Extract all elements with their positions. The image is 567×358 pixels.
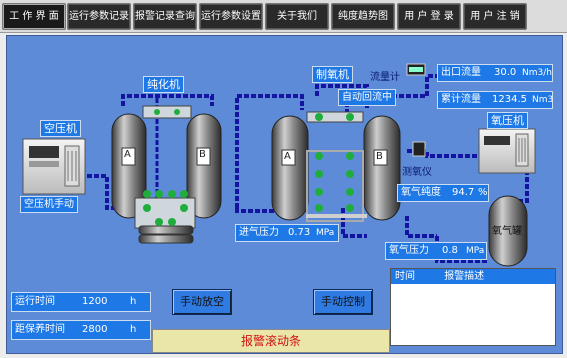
nav-purity-trend[interactable]: 纯度趋势图 <box>331 3 395 30</box>
outlet-flow-label: 出口流量 <box>441 67 481 78</box>
alarm-ticker: 报警滚动条 <box>152 329 390 353</box>
nav-alarm-query[interactable]: 报警记录查询 <box>133 3 197 30</box>
total-flow-unit: Nm3 <box>532 95 554 105</box>
maintenance-label: 距保养时间 <box>15 324 65 335</box>
maintenance-readout: 距保养时间 2800 h <box>11 320 151 340</box>
hmi-app: 工 作 界 面 运行参数记录 报警记录查询 运行参数设置 关于我们 纯度趋势图 … <box>0 0 567 358</box>
o2-compressor-label: 氧压机 <box>487 112 528 129</box>
total-flow-label: 累计流量 <box>441 94 481 105</box>
purity-unit: % <box>478 187 488 198</box>
o2-pressure-value: 0.8 <box>442 245 458 256</box>
air-compressor-unit[interactable] <box>22 138 86 195</box>
generator-tower-a-label: A <box>284 151 291 162</box>
run-time-label: 运行时间 <box>15 296 55 307</box>
nav-user-login[interactable]: 用 户 登 录 <box>397 3 461 30</box>
top-navigation: 工 作 界 面 运行参数记录 报警记录查询 运行参数设置 关于我们 纯度趋势图 … <box>0 0 567 33</box>
o2-pressure-unit: MPa <box>466 246 485 256</box>
inlet-pressure-unit: MPa <box>316 228 335 238</box>
outlet-flow-readout: 出口流量 30.0 Nm3/h <box>437 64 553 82</box>
purity-label: 氧气纯度 <box>401 187 441 198</box>
generator-tower-b <box>363 115 401 221</box>
generator-valve-assembly <box>306 111 367 222</box>
total-flow-readout: 累计流量 1234.5 Nm3 <box>437 91 553 109</box>
alarm-col-desc: 报警描述 <box>444 271 485 282</box>
purity-readout: 氧气纯度 94.7 % <box>397 184 489 202</box>
run-time-value: 1200 <box>82 296 108 307</box>
compressor-label: 空压机 <box>40 120 81 137</box>
nav-work-screen[interactable]: 工 作 界 面 <box>2 3 66 30</box>
alarm-list-panel[interactable]: 时间 报警描述 <box>390 268 556 346</box>
auto-return-status: 自动回流中 <box>338 89 396 106</box>
alarm-list-header: 时间 报警描述 <box>391 269 555 284</box>
purifier-tower-a-label: A <box>124 149 131 160</box>
inlet-pressure-readout: 进气压力 0.73 MPa <box>235 224 339 242</box>
maintenance-value: 2800 <box>82 324 108 335</box>
nav-run-params-log[interactable]: 运行参数记录 <box>67 3 131 30</box>
flowmeter-label: 流量计 <box>370 72 400 83</box>
oxygen-analyzer-icon <box>412 141 426 157</box>
alarm-col-time: 时间 <box>395 271 415 282</box>
generator-label: 制氧机 <box>312 66 353 83</box>
total-flow-value: 1234.5 <box>492 94 527 105</box>
purifier-label: 纯化机 <box>143 76 184 93</box>
nav-user-logout[interactable]: 用 户 注 销 <box>463 3 527 30</box>
nav-param-settings[interactable]: 运行参数设置 <box>199 3 263 30</box>
manual-release-button[interactable]: 手动放空 <box>172 289 232 315</box>
generator-tower-a <box>271 115 309 221</box>
o2-tank-label: 氧气罐 <box>492 226 522 237</box>
manual-control-button[interactable]: 手动控制 <box>313 289 373 315</box>
inlet-pressure-value: 0.73 <box>288 227 311 238</box>
inlet-pressure-label: 进气压力 <box>239 227 279 238</box>
run-time-unit: h <box>130 296 137 307</box>
purity-value: 94.7 <box>452 187 475 198</box>
flowmeter-icon <box>406 63 426 76</box>
o2-pressure-label: 氧气压力 <box>389 245 429 256</box>
maintenance-unit: h <box>130 324 137 335</box>
outlet-flow-value: 30.0 <box>494 67 517 78</box>
oxygen-compressor-unit[interactable] <box>478 128 536 174</box>
o2-pressure-readout: 氧气压力 0.8 MPa <box>385 242 487 260</box>
compressor-mode-button[interactable]: 空压机手动 <box>20 196 78 213</box>
nav-about-us[interactable]: 关于我们 <box>265 3 329 30</box>
outlet-flow-unit: Nm3/h <box>522 68 552 78</box>
purifier-tower-b-label: B <box>199 149 206 160</box>
analyzer-label: 测氧仪 <box>402 167 432 178</box>
run-time-readout: 运行时间 1200 h <box>11 292 151 312</box>
generator-tower-b-label: B <box>376 151 383 162</box>
